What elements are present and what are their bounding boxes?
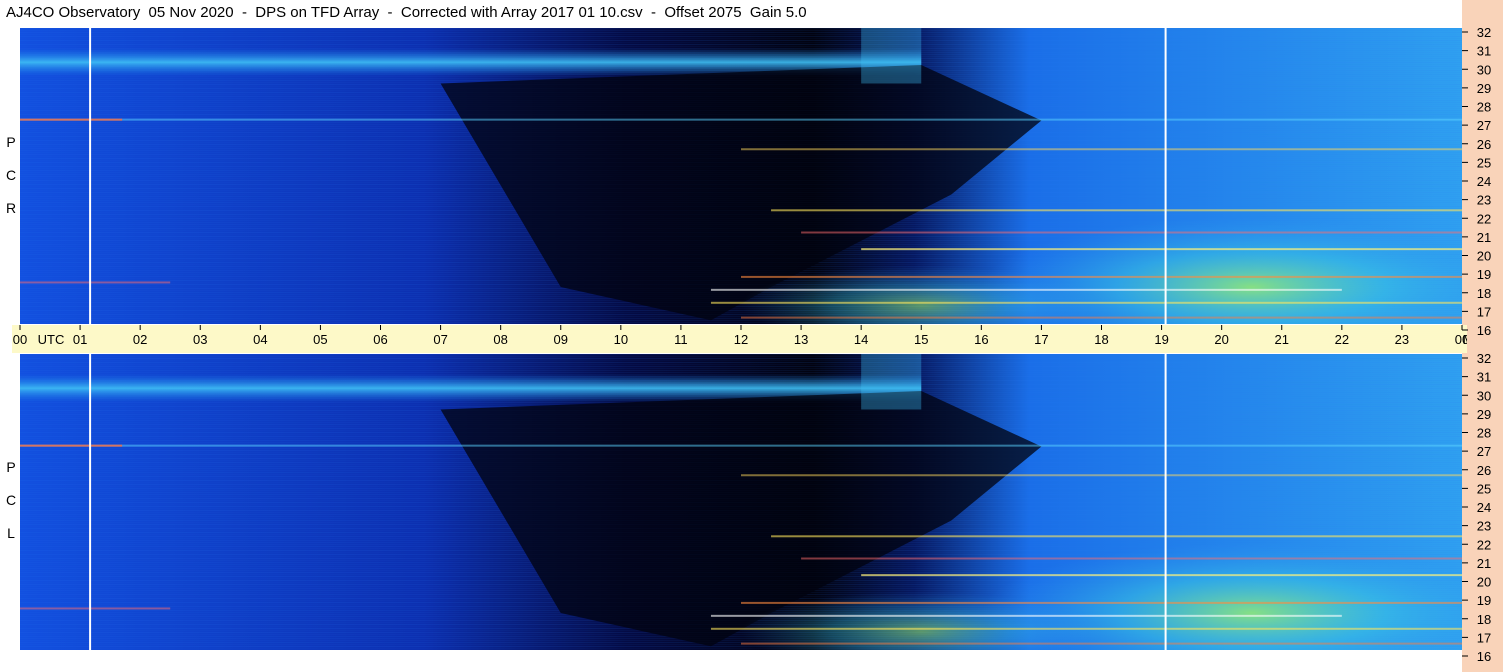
time-tick-label: 23 bbox=[1395, 332, 1409, 347]
freq-tick-label: 20 bbox=[1477, 249, 1491, 264]
utc-time-axis: 00 01 02 03 04 05 06 07 08 09 10 11 12 13 14 15 16 17 18 19… bbox=[12, 325, 1467, 353]
time-tick-label: 05 bbox=[313, 332, 327, 347]
freq-tick-label: 17 bbox=[1477, 304, 1491, 319]
time-tick-label: 06 bbox=[373, 332, 387, 347]
time-tick-label: 07 bbox=[433, 332, 447, 347]
freq-tick-label: 20 bbox=[1477, 575, 1491, 590]
freq-tick-label: 30 bbox=[1477, 62, 1491, 77]
freq-tick-label: 23 bbox=[1477, 519, 1491, 534]
time-tick-label: 21 bbox=[1275, 332, 1289, 347]
chart-title: AJ4CO Observatory 05 Nov 2020 - DPS on T… bbox=[6, 4, 807, 21]
freq-tick-label: 23 bbox=[1477, 193, 1491, 208]
time-tick-label: 17 bbox=[1034, 332, 1048, 347]
freq-tick-label: 27 bbox=[1477, 118, 1491, 133]
freq-tick-label: 18 bbox=[1477, 286, 1491, 301]
freq-tick-label: 18 bbox=[1477, 612, 1491, 627]
pol-letter: C bbox=[5, 492, 17, 508]
pol-letter: C bbox=[5, 167, 17, 183]
freq-tick-label: 21 bbox=[1477, 230, 1491, 245]
time-tick-label: 04 bbox=[253, 332, 267, 347]
freq-tick-label: 31 bbox=[1477, 370, 1491, 385]
freq-tick-label: 32 bbox=[1477, 28, 1491, 40]
time-tick-label: 13 bbox=[794, 332, 808, 347]
freq-tick-label: 26 bbox=[1477, 463, 1491, 478]
freq-tick-label: 27 bbox=[1477, 444, 1491, 459]
time-marker bbox=[1164, 28, 1167, 324]
freq-tick-label: 32 bbox=[1477, 354, 1491, 366]
freq-tick-label: 26 bbox=[1477, 137, 1491, 152]
time-tick-label: 14 bbox=[854, 332, 868, 347]
freq-tick-label: 22 bbox=[1477, 211, 1491, 226]
freq-tick-label: 24 bbox=[1477, 174, 1491, 189]
time-tick-label: 10 bbox=[614, 332, 628, 347]
freq-tick-label: 19 bbox=[1477, 267, 1491, 282]
lcp-spectrogram-panel bbox=[20, 354, 1462, 650]
rcp-frequency-axis: 32 31 30 29 28 27 26 25 24 23 22 21 20 19 18 17 16 bbox=[1462, 28, 1503, 338]
frequency-axis-svg: 32 31 30 29 28 27 26 25 24 23 22 21 20 19 18 17 16 bbox=[1462, 354, 1491, 664]
utc-unit-label: UTC bbox=[38, 332, 65, 347]
time-tick-label: 00 bbox=[13, 332, 27, 347]
freq-tick-label: 25 bbox=[1477, 481, 1491, 496]
pol-letter: L bbox=[7, 525, 15, 541]
freq-tick-label: 19 bbox=[1477, 593, 1491, 608]
time-tick-label: 08 bbox=[493, 332, 507, 347]
lcp-spectrogram bbox=[20, 354, 1462, 650]
time-tick-label: 16 bbox=[974, 332, 988, 347]
freq-tick-label: 22 bbox=[1477, 537, 1491, 552]
time-marker bbox=[89, 354, 92, 650]
frequency-axis-svg: 32 31 30 29 28 27 26 25 24 23 22 21 20 19 18 17 16 bbox=[1462, 28, 1491, 338]
pol-letter: P bbox=[6, 459, 16, 475]
freq-tick-label: 17 bbox=[1477, 630, 1491, 645]
freq-tick-label: 29 bbox=[1477, 407, 1491, 422]
freq-tick-label: 16 bbox=[1477, 323, 1491, 338]
freq-tick-label: 29 bbox=[1477, 81, 1491, 96]
time-tick-label: 15 bbox=[914, 332, 928, 347]
title-bar: AJ4CO Observatory 05 Nov 2020 - DPS on T… bbox=[0, 0, 1462, 26]
freq-tick-label: 21 bbox=[1477, 556, 1491, 571]
time-axis-svg: 00 01 02 03 04 05 06 07 08 09 10 11 12 13 14 15 16 17 18 19… bbox=[13, 325, 1467, 347]
rcp-spectrogram-panel bbox=[20, 28, 1462, 324]
time-tick-label: 03 bbox=[193, 332, 207, 347]
freq-tick-label: 16 bbox=[1477, 649, 1491, 664]
time-tick-label: 19 bbox=[1154, 332, 1168, 347]
time-tick-label: 12 bbox=[734, 332, 748, 347]
time-tick-label: 02 bbox=[133, 332, 147, 347]
time-marker bbox=[1164, 354, 1167, 650]
time-tick-label: 11 bbox=[674, 332, 688, 347]
freq-tick-label: 30 bbox=[1477, 388, 1491, 403]
pol-letter: P bbox=[6, 134, 16, 150]
time-tick-label: 01 bbox=[73, 332, 87, 347]
freq-tick-label: 31 bbox=[1477, 44, 1491, 59]
freq-tick-label: 28 bbox=[1477, 426, 1491, 441]
freq-tick-label: 28 bbox=[1477, 100, 1491, 115]
pol-letter: R bbox=[5, 200, 17, 216]
time-tick-label: 22 bbox=[1335, 332, 1349, 347]
time-tick-label: 09 bbox=[554, 332, 568, 347]
lcp-frequency-axis: 32 31 30 29 28 27 26 25 24 23 22 21 20 19 18 17 16 bbox=[1462, 354, 1503, 664]
time-tick-label: 18 bbox=[1094, 332, 1108, 347]
rcp-spectrogram bbox=[20, 28, 1462, 324]
freq-tick-label: 25 bbox=[1477, 155, 1491, 170]
time-tick-label: 20 bbox=[1214, 332, 1228, 347]
time-marker bbox=[89, 28, 92, 324]
freq-tick-label: 24 bbox=[1477, 500, 1491, 515]
